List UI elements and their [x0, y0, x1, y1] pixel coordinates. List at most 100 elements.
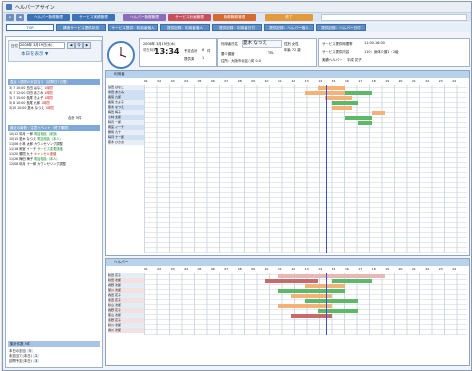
hour-label: 22: [425, 267, 430, 271]
hour-label: 09: [251, 79, 256, 83]
helper-schedule-grid: [144, 273, 467, 335]
menu-item-exit[interactable]: 終了: [265, 14, 313, 21]
hour-label: 20: [398, 267, 403, 271]
show-today-button[interactable]: 本日を表示 ▼: [21, 51, 48, 57]
hour-label: 03: [170, 79, 175, 83]
schedule-block[interactable]: [331, 105, 352, 110]
schedule-block[interactable]: [358, 120, 372, 125]
list-item[interactable]: 3/10 10:00 夏木 なつえ 1時間: [9, 106, 99, 111]
tab-record-user[interactable]: 提供記録：利用者個人: [160, 24, 210, 31]
window-title: ヘルパーアサイン: [15, 5, 55, 11]
hour-label: 10: [264, 267, 269, 271]
helper-schedule-header: ヘルパー: [106, 259, 469, 266]
user-info-box: 利用者氏名 夏木 なつえ 性別 女性 年齢 72 歳 要介護度 TEL 住所：大…: [217, 38, 317, 67]
hour-label: 01: [144, 267, 148, 271]
menu-item-helper-work-2[interactable]: ヘルパー勤務管理: [123, 14, 166, 21]
hour-label: 22: [425, 79, 430, 83]
clock-face-icon: [120, 47, 127, 58]
time-range-label: サービス提供時間帯: [322, 42, 353, 46]
hour-label: 01: [144, 79, 148, 83]
user-schedule-header: 利用者: [106, 71, 469, 78]
schedule-block[interactable]: [331, 278, 372, 283]
schedule-block[interactable]: [318, 308, 359, 313]
hour-label: 19: [385, 267, 390, 271]
hour-label: 17: [358, 267, 363, 271]
hour-label: 04: [184, 79, 189, 83]
hour-label: 06: [211, 267, 215, 271]
plan-unit: 件: [207, 49, 211, 53]
hour-axis: 01 02 03 04 05 06 07 08 09 10 11 12 13 14 15 16 17 18 19 20…: [144, 267, 467, 272]
schedule-block[interactable]: [371, 110, 386, 115]
schedule-block[interactable]: [304, 298, 359, 303]
hour-label: 03: [170, 267, 175, 271]
hour-label: 02: [157, 79, 162, 83]
service-value: 1: [202, 56, 205, 60]
next-day-button[interactable]: ▶: [83, 42, 91, 49]
today-button[interactable]: 今: [75, 42, 83, 49]
menu-item-duty[interactable]: 勤務職務管理: [213, 14, 256, 21]
hour-label: 19: [385, 79, 390, 83]
schedule-block[interactable]: [278, 303, 332, 308]
app-icon: [6, 4, 12, 10]
hour-label: 15: [331, 79, 336, 83]
user-name-field[interactable]: 夏木 なつえ: [242, 40, 282, 48]
menu-item-service-plan[interactable]: サービス計画管理: [168, 14, 211, 21]
row-name[interactable]: 夏木 ひさお: [108, 140, 144, 145]
user-address: 住所：大阪市北区○町 0-0: [221, 59, 262, 63]
row-name[interactable]: 春川 次郎: [108, 328, 144, 333]
plan-value: 6: [202, 48, 205, 52]
menu-item-helper-work[interactable]: ヘルパー勤務管理: [27, 14, 70, 21]
today-info-box: 2008年 3月19日(水) 現在時刻 13:34 予定合計 6 件 提供済 1: [139, 38, 217, 67]
title-bar: ヘルパーアサイン: [3, 2, 471, 13]
left-sidebar: 日付 2008年 3月19日(水) ◀ 今 ▶ 本日を表示 ▼ 直近 1週間の未…: [5, 36, 103, 368]
current-time-line: [325, 273, 327, 335]
tab-record-helper-date[interactable]: 提供記録：ヘルパー日付: [316, 24, 366, 31]
menu-spacer-field: [321, 14, 467, 21]
summary-label: 訪問予定(本日): [9, 359, 32, 363]
schedule-block[interactable]: [331, 100, 359, 105]
tab-service-user[interactable]: サービス提供：利用者個人: [108, 24, 158, 31]
tab-structure-service[interactable]: 構造サービス提供状況: [56, 24, 106, 31]
home-icon[interactable]: ⌂: [6, 14, 14, 21]
date-label: 日付: [11, 44, 18, 48]
prev-day-button[interactable]: ◀: [67, 42, 75, 49]
user-schedule-panel: 利用者 01 02 03 04 05 06 07 08 09 10 11 12 13 14 15 16 17 18…: [105, 70, 470, 256]
hour-label: 15: [331, 267, 336, 271]
menu-item-service-record[interactable]: サービス実績管理: [72, 14, 115, 21]
list-item[interactable]: 12/08 晴月 十一郎 カウンセリング調整: [9, 162, 99, 167]
hour-label: 17: [358, 79, 363, 83]
hour-label: 08: [237, 267, 242, 271]
schedule-block[interactable]: [324, 95, 352, 100]
helper-name: 平成 花子: [347, 58, 362, 62]
schedule-block[interactable]: [345, 90, 372, 95]
schedule-block[interactable]: [264, 278, 319, 283]
time-range-value: 11:00-16:00: [364, 41, 385, 45]
hour-label: 20: [398, 79, 403, 83]
schedule-block[interactable]: [345, 115, 372, 120]
hour-label: 05: [197, 267, 202, 271]
user-age: 年齢 72 歳: [284, 48, 301, 52]
hour-label: 07: [224, 79, 229, 83]
date-field[interactable]: 2008年 3月19日(水): [19, 42, 65, 49]
summary-value: 3: [33, 359, 40, 363]
schedule-block[interactable]: [318, 85, 345, 90]
menu-bar: ⌂ ◀ ヘルパー勤務管理 サービス実績管理 ヘルパー勤務管理 サービス計画管理 …: [3, 13, 471, 22]
hour-label: 18: [371, 79, 376, 83]
schedule-block[interactable]: [278, 288, 345, 293]
hour-label: 18: [371, 267, 376, 271]
back-icon[interactable]: ◀: [16, 14, 24, 21]
info-date: 2008年 3月19日(水): [143, 42, 176, 46]
user-label: 利用者氏名: [221, 42, 238, 46]
hour-label: 21: [412, 79, 416, 83]
hour-label: 12: [291, 267, 296, 271]
user-schedule-grid: [144, 85, 467, 253]
tab-record-helper[interactable]: 提供記録：ヘルパー個人: [264, 24, 314, 31]
tab-top[interactable]: TOP: [6, 24, 54, 31]
hour-axis: 01 02 03 04 05 06 07 08 09 10 11 12 13 14 15 16 17 18 19 20…: [144, 79, 467, 84]
service-info-box: サービス提供時間帯 11:00-16:00 サービス提供内容 110：身体介護1…: [318, 38, 470, 67]
hour-label: 13: [304, 267, 309, 271]
service-content-label: サービス提供内容: [322, 50, 350, 54]
tab-record-user-date[interactable]: 提供記録：利用者日付: [212, 24, 262, 31]
hour-label: 14: [318, 79, 323, 83]
schedule-block[interactable]: [278, 273, 386, 278]
